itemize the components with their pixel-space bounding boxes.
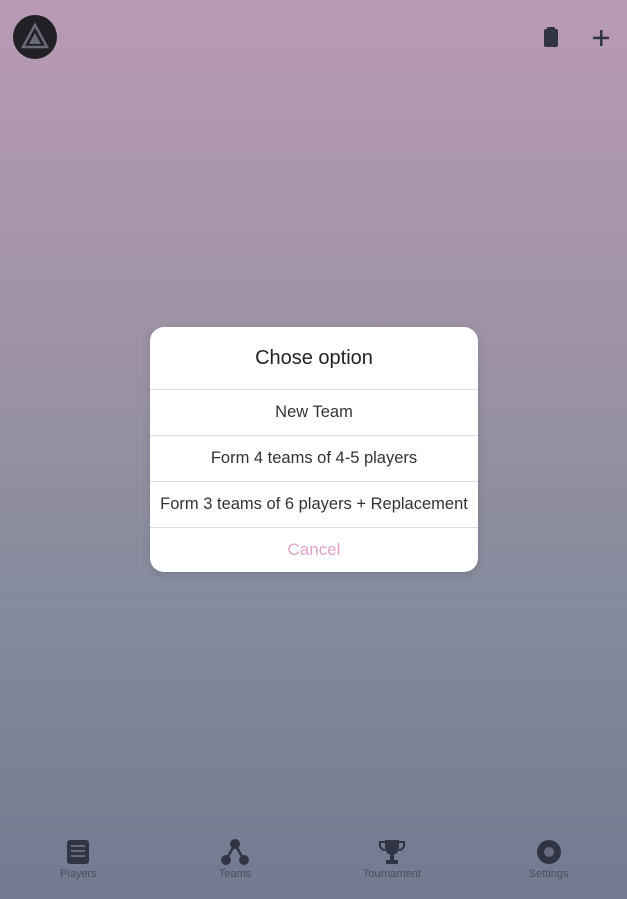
option-form-4-teams[interactable]: Form 4 teams of 4-5 players [150,436,478,482]
choose-option-dialog: Chose option New Team Form 4 teams of 4-… [150,327,478,572]
dialog-title: Chose option [150,327,478,390]
option-new-team[interactable]: New Team [150,390,478,436]
cancel-button[interactable]: Cancel [150,528,478,572]
option-form-3-teams[interactable]: Form 3 teams of 6 players + Replacement [150,482,478,528]
